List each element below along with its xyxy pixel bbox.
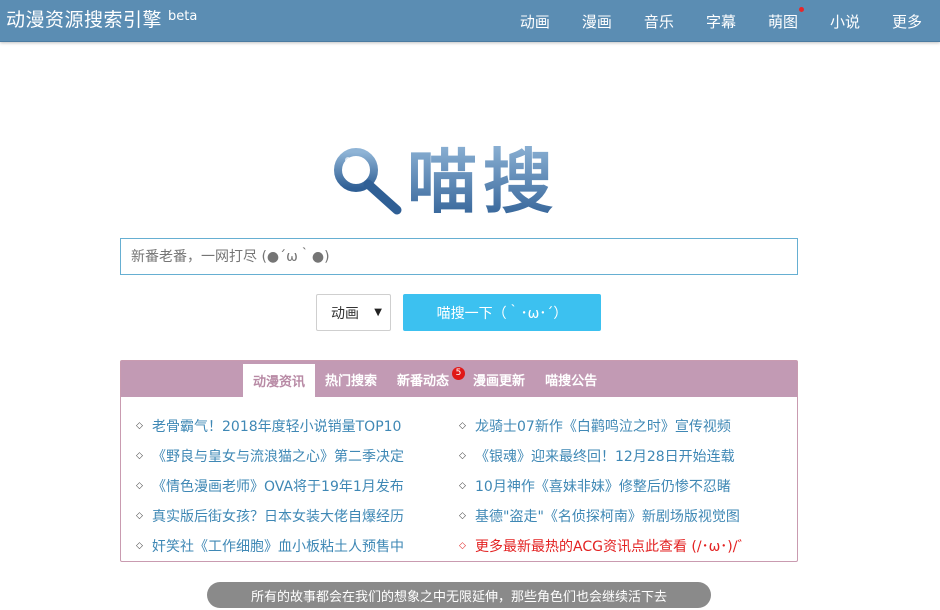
more-news-link[interactable]: ◇ 更多最新最热的ACG资讯点此查看 (/･ω･)/゛: [459, 531, 752, 561]
news-list-right: ◇ 龙骑士07新作《白鹳鸣泣之时》宣传视频 ◇ 《银魂》迎来最终回！12月28日开始…: [459, 411, 752, 561]
tab-label: 新番动态: [397, 373, 450, 389]
diamond-bullet-icon: ◇: [459, 421, 466, 431]
nav-item-manga[interactable]: 漫画: [566, 11, 628, 32]
diamond-bullet-icon: ◇: [459, 481, 466, 491]
news-link[interactable]: ◇ 10月神作《喜妹非妹》修整后仍惨不忍睹: [459, 471, 752, 501]
search-input[interactable]: [120, 238, 798, 275]
diamond-bullet-icon: ◇: [136, 481, 143, 491]
news-tab-bar: 动漫资讯 热门搜索 新番动态 5 漫画更新 喵搜公告: [121, 361, 797, 397]
diamond-bullet-icon: ◇: [459, 511, 466, 521]
news-link[interactable]: ◇ 真实版后街女孩？日本女装大佬自爆经历: [136, 501, 404, 531]
news-list-left: ◇ 老骨霸气！2018年度轻小说销量TOP10 ◇ 《野良与皇女与流浪猫之心》第二季…: [136, 411, 404, 561]
nav-item-label: 音乐: [643, 12, 674, 31]
nav-item-music[interactable]: 音乐: [628, 11, 690, 32]
dropdown-caret-icon: ▼: [374, 307, 382, 318]
tab-label: 漫画更新: [473, 373, 526, 389]
diamond-bullet-icon: ◇: [459, 451, 466, 461]
tab-announcements[interactable]: 喵搜公告: [535, 361, 607, 397]
category-selected-value: 动画: [331, 305, 359, 322]
tab-anime-news[interactable]: 动漫资讯: [243, 364, 316, 397]
news-link-text: 真实版后街女孩？日本女装大佬自爆经历: [152, 509, 404, 525]
more-news-link-text: 更多最新最热的ACG资讯点此查看 (/･ω･)/゛: [475, 539, 752, 555]
news-link[interactable]: ◇ 老骨霸气！2018年度轻小说销量TOP10: [136, 411, 404, 441]
news-link-text: 10月神作《喜妹非妹》修整后仍惨不忍睹: [475, 479, 731, 495]
news-link[interactable]: ◇ 龙骑士07新作《白鹳鸣泣之时》宣传视频: [459, 411, 752, 441]
tab-label: 喵搜公告: [545, 373, 598, 389]
main-nav: 动画 漫画 音乐 字幕 萌图 小说 更多: [504, 0, 938, 42]
tab-label: 热门搜索: [325, 373, 378, 389]
category-select[interactable]: 动画 ▼: [316, 294, 391, 331]
top-nav-bar: 动漫资源搜索引擎 beta 动画 漫画 音乐 字幕 萌图 小说 更多: [0, 0, 940, 42]
beta-label: beta: [168, 9, 198, 24]
new-dot-indicator: [798, 6, 804, 12]
nav-item-label: 萌图: [767, 12, 798, 31]
search-button-label: 喵搜一下（｀･ω･´）: [436, 305, 568, 322]
logo-text: 喵搜: [407, 141, 559, 222]
news-link[interactable]: ◇ 奸笑社《工作细胞》血小板粘土人预售中: [136, 531, 404, 561]
news-link-text: 《银魂》迎来最终回！12月28日开始连载: [475, 449, 735, 465]
news-link-text: 老骨霸气！2018年度轻小说销量TOP10: [152, 419, 402, 435]
nav-item-anime[interactable]: 动画: [504, 11, 566, 32]
diamond-bullet-icon: ◇: [136, 511, 143, 521]
site-brand[interactable]: 动漫资源搜索引擎 beta: [6, 5, 197, 32]
site-logo: 喵搜: [334, 141, 559, 222]
search-button[interactable]: 喵搜一下（｀･ω･´）: [403, 294, 601, 331]
tab-manga-updates[interactable]: 漫画更新: [463, 361, 535, 397]
footer-tagline: 所有的故事都会在我们的想象之中无限延伸，那些角色们也会继续活下去: [207, 582, 711, 608]
tagline-text: 所有的故事都会在我们的想象之中无限延伸，那些角色们也会继续活下去: [250, 589, 667, 605]
news-link-text: 《野良与皇女与流浪猫之心》第二季决定: [152, 449, 404, 465]
nav-item-more[interactable]: 更多: [876, 11, 938, 32]
nav-item-label: 小说: [829, 12, 860, 31]
news-link-text: 基德"盗走"《名侦探柯南》新剧场版视觉图: [475, 509, 740, 525]
news-link[interactable]: ◇ 《银魂》迎来最终回！12月28日开始连载: [459, 441, 752, 471]
nav-item-label: 漫画: [581, 12, 612, 31]
diamond-bullet-icon: ◇: [136, 451, 143, 461]
news-link-text: 《情色漫画老师》OVA将于19年1月发布: [152, 479, 404, 495]
nav-item-label: 字幕: [705, 12, 736, 31]
news-link-text: 龙骑士07新作《白鹳鸣泣之时》宣传视频: [475, 419, 731, 435]
nav-item-novels[interactable]: 小说: [814, 11, 876, 32]
nav-item-label: 动画: [519, 12, 550, 31]
news-panel: 动漫资讯 热门搜索 新番动态 5 漫画更新 喵搜公告 ◇ 老骨霸气！2018年度轻小…: [120, 360, 798, 562]
nav-item-subtitles[interactable]: 字幕: [690, 11, 752, 32]
news-tabs: 动漫资讯 热门搜索 新番动态 5 漫画更新 喵搜公告: [243, 361, 607, 397]
news-link[interactable]: ◇ 《情色漫画老师》OVA将于19年1月发布: [136, 471, 404, 501]
tab-new-season[interactable]: 新番动态 5: [387, 361, 466, 397]
site-title[interactable]: 动漫资源搜索引擎: [6, 9, 162, 31]
news-link[interactable]: ◇ 《野良与皇女与流浪猫之心》第二季决定: [136, 441, 404, 471]
tab-hot-searches[interactable]: 热门搜索: [315, 361, 387, 397]
nav-item-label: 更多: [891, 12, 922, 31]
diamond-bullet-icon: ◇: [136, 541, 143, 551]
tab-label: 动漫资讯: [253, 375, 306, 390]
nav-item-images[interactable]: 萌图: [752, 6, 814, 32]
news-link-text: 奸笑社《工作细胞》血小板粘土人预售中: [152, 539, 404, 555]
diamond-bullet-icon: ◇: [136, 421, 143, 431]
diamond-bullet-icon: ◇: [459, 541, 466, 551]
news-link[interactable]: ◇ 基德"盗走"《名侦探柯南》新剧场版视觉图: [459, 501, 752, 531]
magnifier-icon: [334, 148, 402, 215]
